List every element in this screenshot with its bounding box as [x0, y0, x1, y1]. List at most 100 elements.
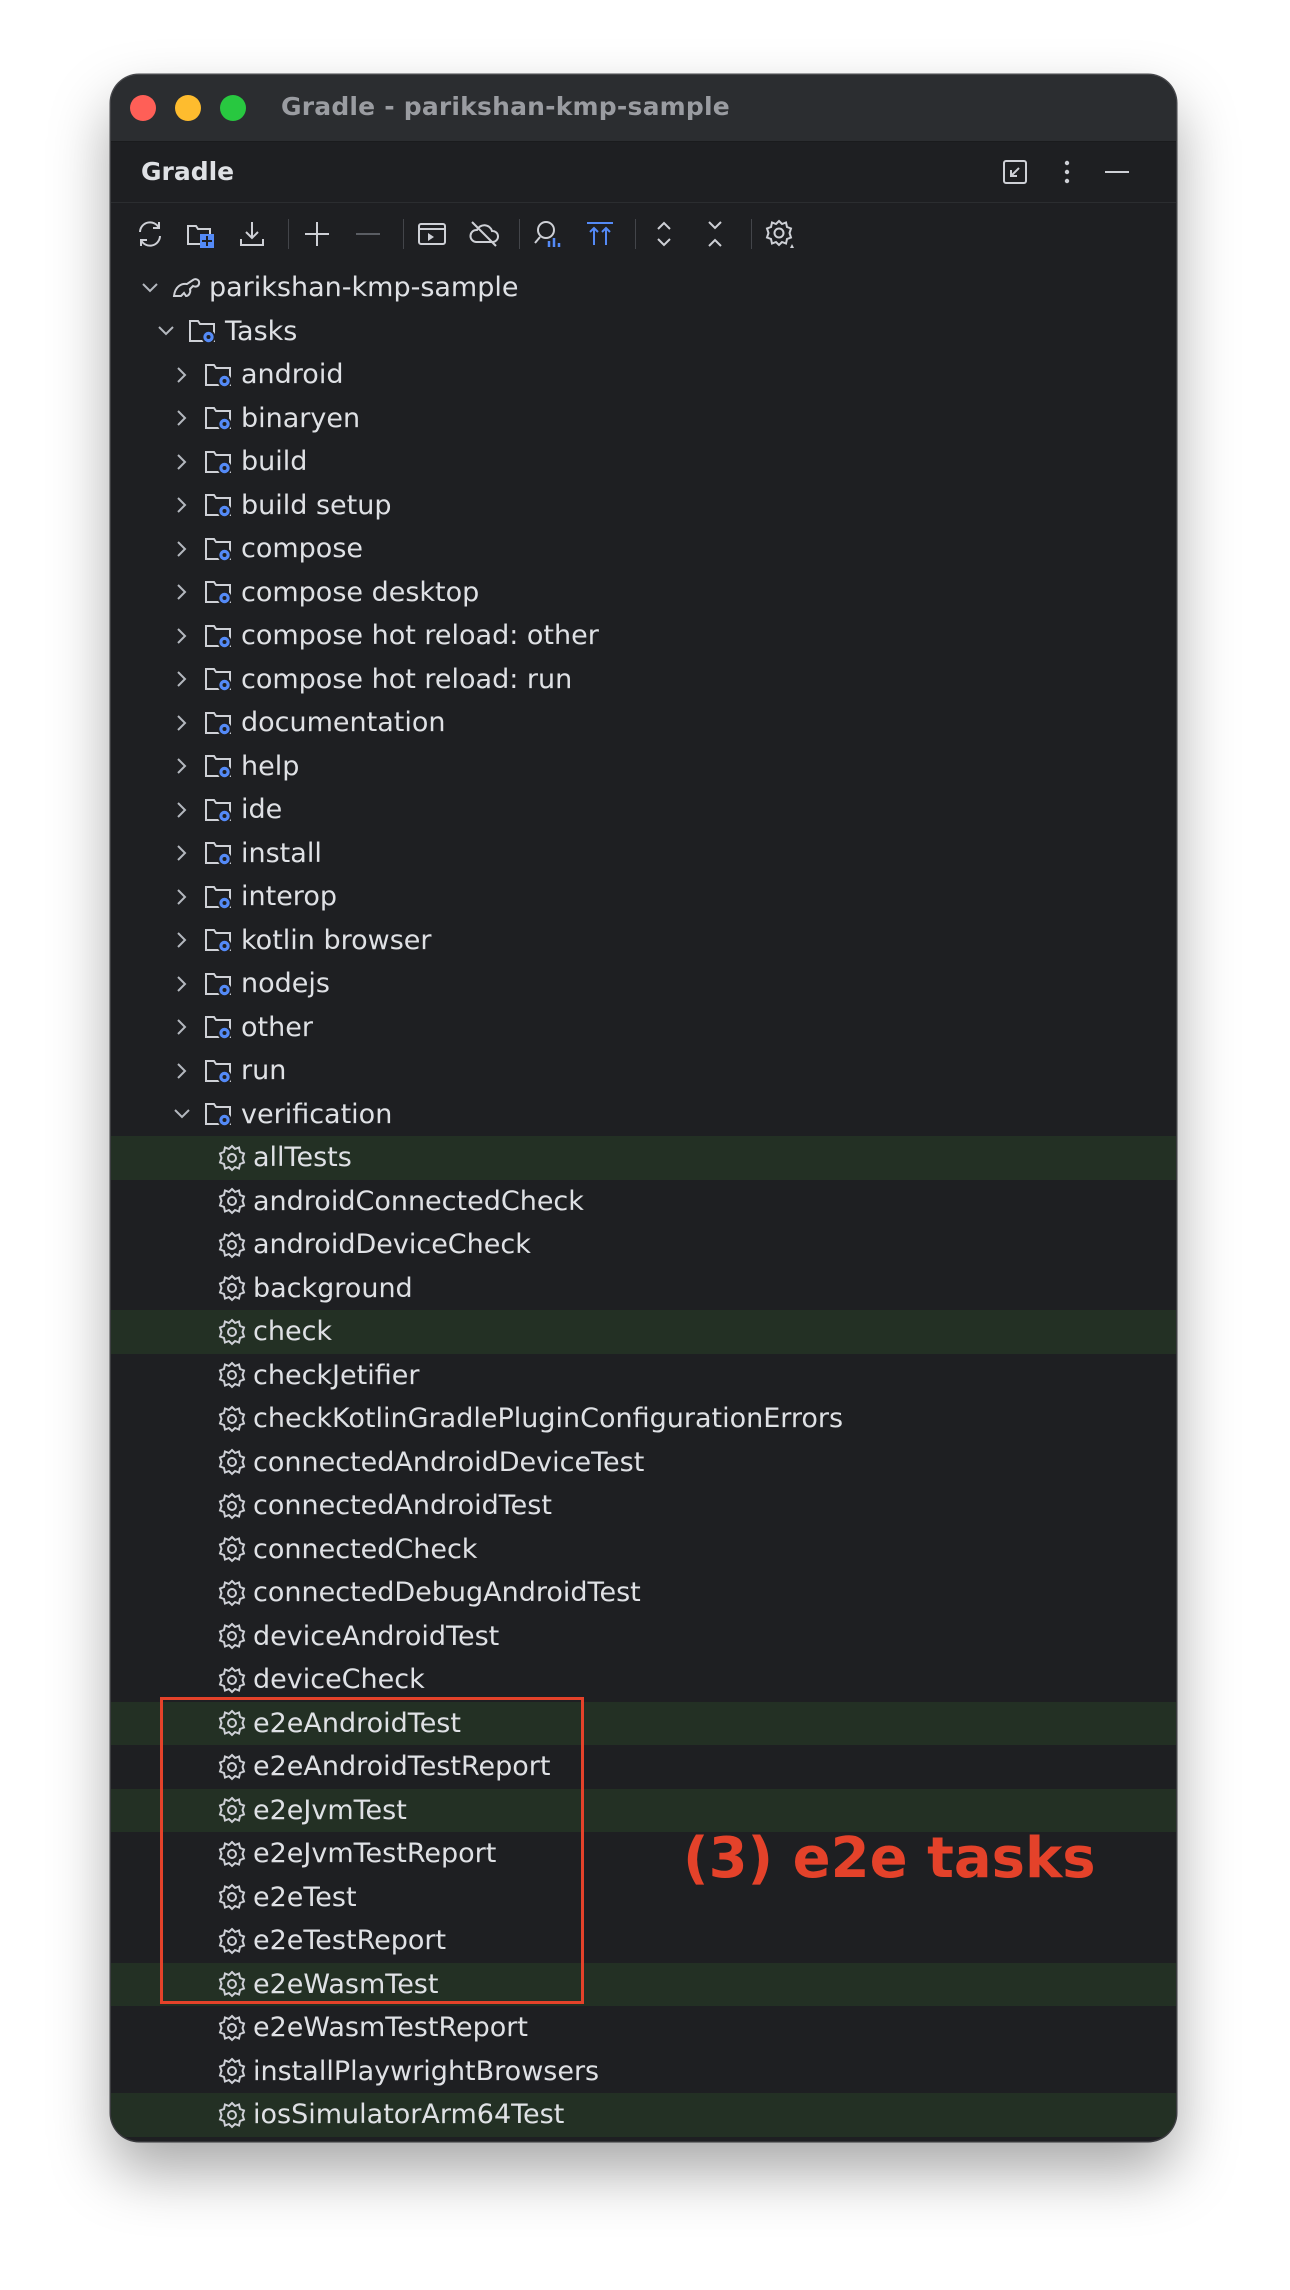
task-group-run[interactable]: run: [111, 1049, 1176, 1093]
hide-panel-icon[interactable]: [1101, 156, 1133, 188]
task-group-documentation[interactable]: documentation: [111, 701, 1176, 745]
chevron-right-icon[interactable]: [169, 405, 195, 431]
task-alltests[interactable]: allTests: [111, 1136, 1176, 1180]
run-task-icon[interactable]: [415, 217, 449, 251]
minimize-window-button[interactable]: [175, 95, 201, 121]
task-group-compose-hot-reload-other[interactable]: compose hot reload: other: [111, 614, 1176, 658]
tree-item-label: e2eTestReport: [253, 1925, 447, 1957]
analyze-dependencies-icon[interactable]: [531, 217, 565, 251]
chevron-down-icon[interactable]: [153, 318, 179, 344]
task-androidconnectedcheck[interactable]: androidConnectedCheck: [111, 1180, 1176, 1224]
task-folder-icon: [203, 750, 235, 782]
task-group-other[interactable]: other: [111, 1006, 1176, 1050]
task-deviceandroidtest[interactable]: deviceAndroidTest: [111, 1615, 1176, 1659]
task-e2ewasmtestreport[interactable]: e2eWasmTestReport: [111, 2006, 1176, 2050]
task-gear-icon: [217, 1882, 247, 1912]
zoom-window-button[interactable]: [220, 95, 246, 121]
chevron-down-icon[interactable]: [169, 1101, 195, 1127]
tree-item-label: checkKotlinGradlePluginConfigurationErro…: [253, 1403, 844, 1435]
task-checkkotlingradlepluginconfigurationerrors[interactable]: checkKotlinGradlePluginConfigurationErro…: [111, 1397, 1176, 1441]
tree-item-label: android: [241, 359, 344, 391]
chevron-right-icon[interactable]: [169, 1058, 195, 1084]
task-group-android[interactable]: android: [111, 353, 1176, 397]
expand-all-icon[interactable]: [647, 217, 681, 251]
task-folder-icon: [203, 1055, 235, 1087]
task-androiddevicecheck[interactable]: androidDeviceCheck: [111, 1223, 1176, 1267]
close-window-button[interactable]: [130, 95, 156, 121]
task-e2eandroidtestreport[interactable]: e2eAndroidTestReport: [111, 1745, 1176, 1789]
chevron-right-icon[interactable]: [169, 927, 195, 953]
task-check[interactable]: check: [111, 1310, 1176, 1354]
task-gear-icon: [217, 1404, 247, 1434]
task-folder-icon: [203, 794, 235, 826]
chevron-down-icon[interactable]: [137, 275, 163, 301]
tree-item-label: androidConnectedCheck: [253, 1185, 584, 1217]
task-installplaywrightbrowsers[interactable]: installPlaywrightBrowsers: [111, 2050, 1176, 2094]
task-group-compose-desktop[interactable]: compose desktop: [111, 571, 1176, 615]
task-group-install[interactable]: install: [111, 832, 1176, 876]
tree-item-label: compose: [241, 533, 364, 565]
task-group-build-setup[interactable]: build setup: [111, 484, 1176, 528]
task-group-ide[interactable]: ide: [111, 788, 1176, 832]
chevron-right-icon[interactable]: [169, 579, 195, 605]
task-group-compose[interactable]: compose: [111, 527, 1176, 571]
chevron-right-icon[interactable]: [169, 492, 195, 518]
task-checkjetifier[interactable]: checkJetifier: [111, 1354, 1176, 1398]
collapse-all-icon[interactable]: [698, 217, 732, 251]
task-folder-icon: [203, 446, 235, 478]
tree-item-label: help: [241, 750, 300, 782]
chevron-right-icon[interactable]: [169, 884, 195, 910]
chevron-right-icon[interactable]: [169, 666, 195, 692]
task-folder-icon: [203, 1098, 235, 1130]
task-folder-icon: [203, 924, 235, 956]
task-gear-icon: [217, 1621, 247, 1651]
offline-mode-icon[interactable]: [467, 217, 501, 251]
float-window-icon[interactable]: [999, 156, 1031, 188]
task-group-interop[interactable]: interop: [111, 875, 1176, 919]
task-group-compose-hot-reload-run[interactable]: compose hot reload: run: [111, 658, 1176, 702]
add-icon[interactable]: [300, 217, 334, 251]
task-group-nodejs[interactable]: nodejs: [111, 962, 1176, 1006]
chevron-right-icon[interactable]: [169, 753, 195, 779]
task-e2etestreport[interactable]: e2eTestReport: [111, 1919, 1176, 1963]
remove-icon[interactable]: [351, 217, 385, 251]
chevron-right-icon[interactable]: [169, 449, 195, 475]
task-group-help[interactable]: help: [111, 745, 1176, 789]
chevron-right-icon[interactable]: [169, 710, 195, 736]
show-tasks-icon[interactable]: [583, 217, 617, 251]
link-project-icon[interactable]: [184, 217, 218, 251]
task-gear-icon: [217, 1839, 247, 1869]
tree-item-tasks[interactable]: Tasks: [111, 310, 1176, 354]
task-iossimulatorarm64test[interactable]: iosSimulatorArm64Test: [111, 2093, 1176, 2137]
task-background[interactable]: background: [111, 1267, 1176, 1311]
chevron-right-icon[interactable]: [169, 623, 195, 649]
task-group-kotlin-browser[interactable]: kotlin browser: [111, 919, 1176, 963]
task-connectedcheck[interactable]: connectedCheck: [111, 1528, 1176, 1572]
task-connectedandroiddevicetest[interactable]: connectedAndroidDeviceTest: [111, 1441, 1176, 1485]
tree-item-project[interactable]: parikshan-kmp-sample: [111, 266, 1176, 310]
tree-item-label: install: [241, 837, 322, 869]
settings-icon[interactable]: [763, 217, 797, 251]
task-group-build[interactable]: build: [111, 440, 1176, 484]
task-connectedandroidtest[interactable]: connectedAndroidTest: [111, 1484, 1176, 1528]
tree-item-label: installPlaywrightBrowsers: [253, 2055, 600, 2087]
refresh-icon[interactable]: [133, 217, 167, 251]
chevron-right-icon[interactable]: [169, 797, 195, 823]
task-connecteddebugandroidtest[interactable]: connectedDebugAndroidTest: [111, 1571, 1176, 1615]
gradle-toolbar: [111, 203, 1176, 265]
chevron-right-icon[interactable]: [169, 362, 195, 388]
task-group-verification[interactable]: verification: [111, 1093, 1176, 1137]
task-devicecheck[interactable]: deviceCheck: [111, 1658, 1176, 1702]
more-options-icon[interactable]: [1051, 156, 1083, 188]
task-e2ewasmtest[interactable]: e2eWasmTest: [111, 1962, 1176, 2006]
task-e2eandroidtest[interactable]: e2eAndroidTest: [111, 1701, 1176, 1745]
task-group-binaryen[interactable]: binaryen: [111, 397, 1176, 441]
task-folder-icon: [203, 968, 235, 1000]
chevron-right-icon[interactable]: [169, 971, 195, 997]
task-gear-icon: [217, 1447, 247, 1477]
chevron-right-icon[interactable]: [169, 840, 195, 866]
tree-item-label: connectedAndroidDeviceTest: [253, 1446, 645, 1478]
chevron-right-icon[interactable]: [169, 1014, 195, 1040]
chevron-right-icon[interactable]: [169, 536, 195, 562]
download-sources-icon[interactable]: [235, 217, 269, 251]
